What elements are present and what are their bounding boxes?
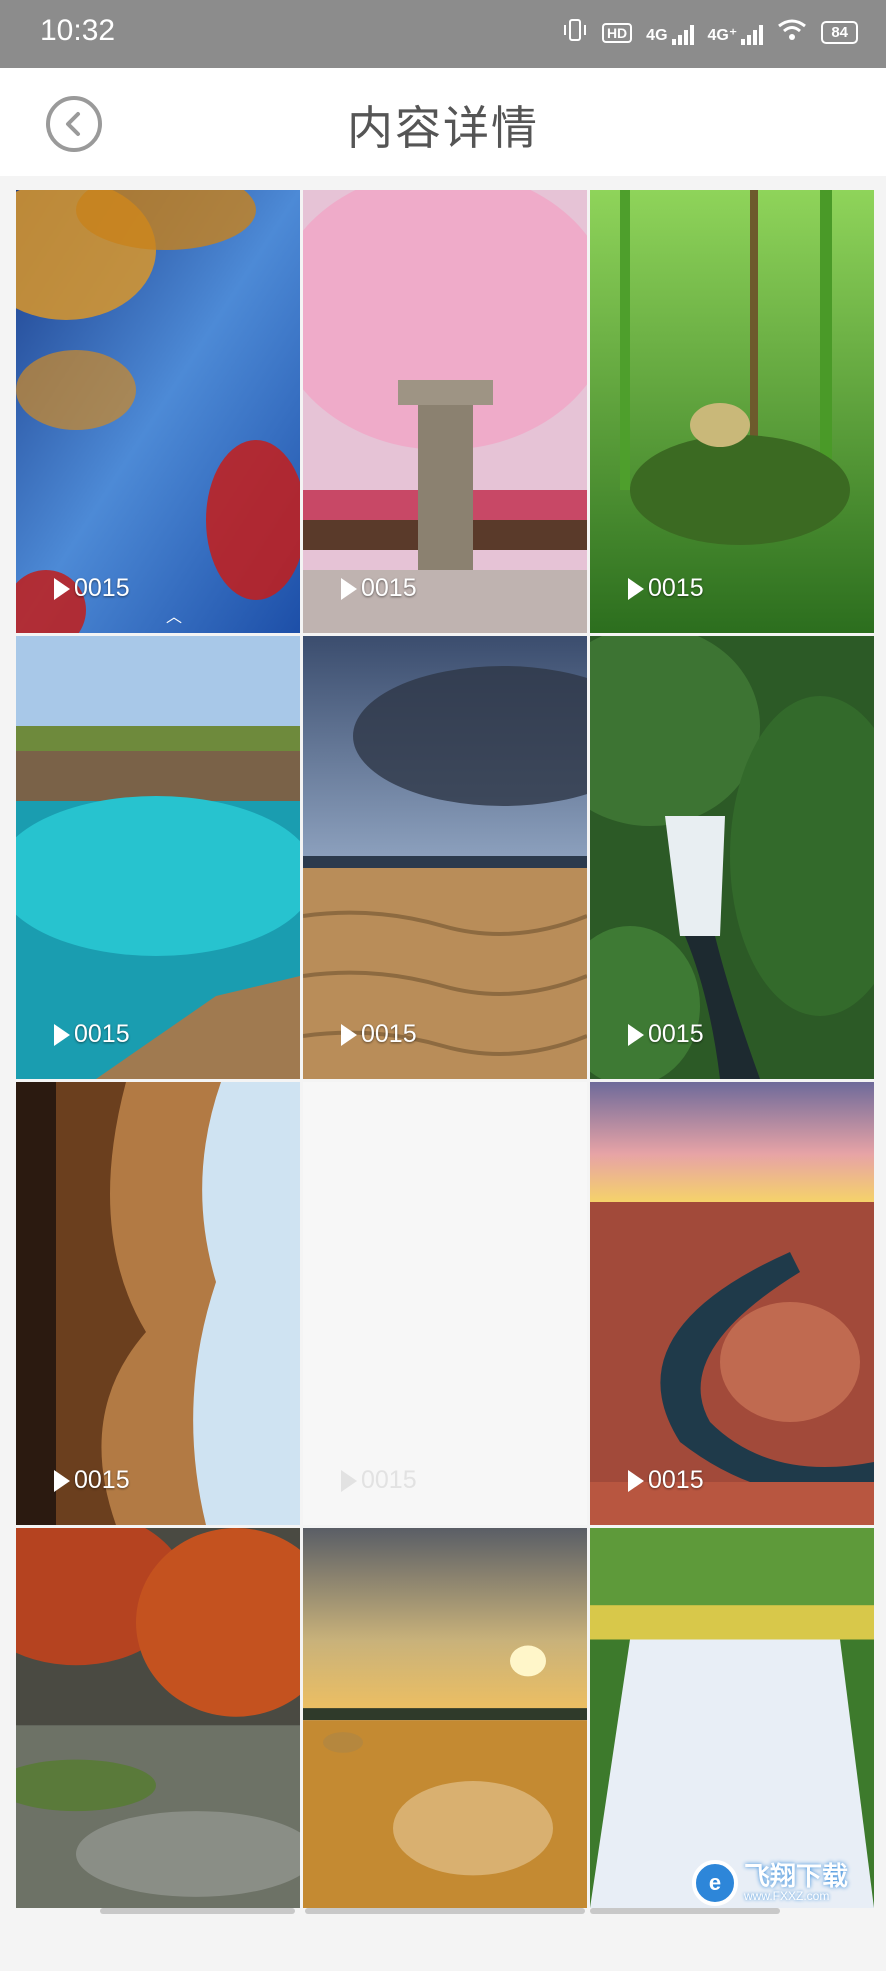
vibrate-icon <box>562 18 588 47</box>
play-icon <box>54 1469 70 1492</box>
play-icon <box>341 1023 357 1046</box>
play-icon <box>54 1023 70 1046</box>
thumbnail-image <box>16 1082 300 1525</box>
video-thumb-3[interactable]: 0015 <box>590 190 874 633</box>
video-thumb-2[interactable]: 0015 <box>303 190 587 633</box>
hd-badge: HD <box>601 22 633 43</box>
video-thumb-9[interactable]: 0015 <box>590 1082 874 1525</box>
thumbnail-image <box>303 190 587 633</box>
play-icon <box>628 577 644 600</box>
video-grid: 0015 ︿ 0015 0015 0015 0015 0015 0015 001… <box>16 190 874 1971</box>
signal-icon-2 <box>741 21 764 45</box>
thumbnail-image <box>303 636 587 1079</box>
net-type-1: 4G <box>646 26 668 44</box>
video-thumb-10[interactable] <box>16 1528 300 1908</box>
video-label: 0015 <box>341 1020 417 1049</box>
video-count: 0015 <box>361 1020 417 1048</box>
video-count: 0015 <box>361 574 417 602</box>
video-thumb-12[interactable] <box>590 1528 874 1908</box>
watermark: e 飞翔下载 www.FXXZ.com <box>692 1856 872 1910</box>
chevron-up-icon: ︿ <box>166 609 183 626</box>
video-count: 0015 <box>648 1020 704 1048</box>
video-thumb-4[interactable]: 0015 <box>16 636 300 1079</box>
play-icon <box>628 1469 644 1492</box>
video-thumb-1[interactable]: 0015 ︿ <box>16 190 300 633</box>
video-thumb-6[interactable]: 0015 <box>590 636 874 1079</box>
video-label: 0015 <box>628 1020 704 1049</box>
video-count: 0015 <box>74 574 130 602</box>
status-icons: HD 4G 4G⁺ 84 <box>562 18 858 47</box>
thumbnail-image <box>590 1528 874 1908</box>
video-label: 0015 <box>54 1020 130 1049</box>
watermark-text: 飞翔下载 <box>744 1861 849 1891</box>
video-label: 0015 <box>341 574 417 603</box>
video-label: 0015 <box>628 1466 704 1495</box>
video-count: 0015 <box>648 574 704 602</box>
watermark-url: www.FXXZ.com <box>744 1889 830 1903</box>
net-type-2: 4G⁺ <box>707 26 738 44</box>
wifi-icon <box>777 18 807 47</box>
video-thumb-7[interactable]: 0015 <box>16 1082 300 1525</box>
play-icon <box>54 577 70 600</box>
thumbnail-image <box>16 190 300 633</box>
signal-icon <box>671 21 694 45</box>
video-label: 0015 <box>54 1466 130 1495</box>
play-icon <box>628 1023 644 1046</box>
video-count: 0015 <box>361 1466 417 1494</box>
page-header: 内容详情 <box>0 68 886 176</box>
play-icon <box>341 1469 357 1492</box>
video-count: 0015 <box>648 1466 704 1494</box>
video-thumb-11[interactable] <box>303 1528 587 1908</box>
status-time: 10:32 <box>40 14 116 47</box>
video-thumb-5[interactable]: 0015 <box>303 636 587 1079</box>
thumbnail-image <box>590 636 874 1079</box>
video-label: 0015 <box>628 574 704 603</box>
signal-2: 4G⁺ <box>708 21 764 45</box>
thumbnail-image <box>590 1082 874 1525</box>
thumbnail-image <box>16 636 300 1079</box>
play-icon <box>341 577 357 600</box>
scroll-indicator <box>305 1908 585 1914</box>
video-thumb-8[interactable]: 0015 <box>303 1082 587 1525</box>
battery-indicator: 84 <box>821 21 858 44</box>
video-label: 0015 <box>54 574 130 603</box>
thumbnail-image <box>590 190 874 633</box>
scroll-indicator <box>100 1908 295 1914</box>
status-bar: 10:32 HD 4G 4G⁺ 84 <box>0 0 886 68</box>
signal-1: 4G <box>646 21 694 45</box>
video-count: 0015 <box>74 1466 130 1494</box>
thumbnail-image <box>303 1528 587 1908</box>
thumbnail-image <box>16 1528 300 1908</box>
watermark-logo: e <box>692 1860 738 1906</box>
video-count: 0015 <box>74 1020 130 1048</box>
video-label: 0015 <box>341 1466 417 1495</box>
page-title: 内容详情 <box>347 102 539 154</box>
